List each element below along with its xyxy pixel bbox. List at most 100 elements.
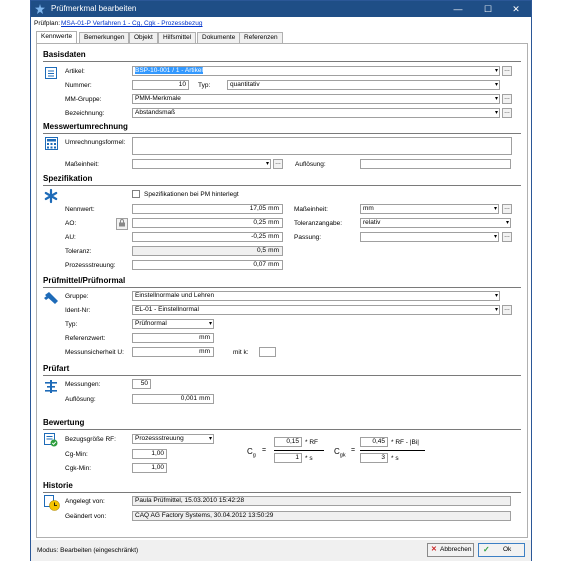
cgmin-field[interactable]: 1,00 (132, 449, 167, 459)
tab-referenzen[interactable]: Referenzen (239, 32, 283, 43)
section-messwert-title: Messwertumrechnung (43, 122, 128, 131)
mitk-field[interactable] (259, 347, 276, 357)
evaluation-check-icon (44, 433, 58, 447)
passung-browse-button[interactable]: … (502, 232, 512, 242)
toleranz-value: 0,5 (256, 247, 266, 254)
ao-unit: mm (268, 219, 279, 226)
artikel-label: Artikel: (65, 68, 85, 75)
tab-objekt[interactable]: Objekt (129, 32, 158, 43)
section-bewertung-title: Bewertung (43, 418, 85, 427)
section-basisdaten-title: Basisdaten (43, 50, 86, 59)
minimize-button[interactable]: — (445, 1, 471, 17)
messungen-field[interactable]: 50 (132, 379, 151, 389)
pruefplan-link[interactable]: MSA-01-P Verfahren 1 - Cg, Cgk - Prozess… (61, 20, 203, 27)
gruppe-select[interactable]: Einstellnormale und Lehren ▾ (132, 291, 500, 301)
mm-gruppe-select[interactable]: PMM-Merkmale ▾ (132, 94, 500, 104)
cancel-button[interactable]: ✕ Abbrechen (427, 543, 474, 557)
ident-browse-button[interactable]: … (502, 305, 512, 315)
au-label: AU: (65, 234, 76, 241)
status-mode-text: Modus: Bearbeiten (eingeschränkt) (37, 547, 139, 554)
nummer-label: Nummer: (65, 82, 92, 89)
bezug-select[interactable]: Prozessstreuung ▾ (132, 434, 214, 444)
au-unit: mm (268, 233, 279, 240)
artikel-browse-button[interactable]: … (502, 66, 512, 76)
tab-hilfsmittel[interactable]: Hilfsmittel (158, 32, 197, 43)
bezeichnung-browse-button[interactable]: … (502, 108, 512, 118)
typ-select[interactable]: quantitativ ▾ (227, 80, 500, 90)
spec-masseinheit-label: Maßeinheit: (294, 206, 328, 213)
pruefart-aufloesung-field[interactable]: 0,001 mm (132, 394, 214, 404)
aufloesung-field[interactable] (360, 159, 511, 169)
chevron-down-icon: ▾ (505, 220, 509, 226)
app-star-icon (35, 4, 45, 14)
document-list-icon (45, 67, 57, 79)
section-divider (43, 492, 521, 493)
tab-kennwerte[interactable]: Kennwerte (36, 31, 78, 43)
pm-typ-value: Prüfnormal (135, 320, 167, 327)
window-title: Prüfmerkmal bearbeiten (51, 4, 137, 13)
cgk-symbol: Cgk (334, 447, 346, 459)
nennwert-field[interactable]: 17,05 mm (132, 204, 283, 214)
toleranz-label: Toleranz: (65, 248, 92, 255)
referenz-field[interactable]: mm (132, 333, 214, 343)
caliper-icon (44, 292, 58, 304)
formel-textarea[interactable] (132, 137, 512, 155)
cancel-x-icon: ✕ (431, 546, 437, 553)
masseinheit-browse-button[interactable]: … (273, 159, 283, 169)
ok-label: Ok (503, 546, 512, 553)
dialog-window: Prüfmerkmal bearbeiten — ☐ ✕ Prüfplan: M… (30, 0, 532, 561)
tab-bemerkungen[interactable]: Bemerkungen (79, 32, 130, 43)
cg-equals: = (262, 447, 267, 454)
au-field[interactable]: -0,25 mm (132, 232, 283, 242)
measurement-scale-icon (45, 380, 57, 393)
nummer-field[interactable]: 10 (132, 80, 189, 90)
streuung-field[interactable]: 0,07 mm (132, 260, 283, 270)
close-button[interactable]: ✕ (503, 1, 529, 17)
cg-denominator-suffix: * s (305, 455, 313, 462)
pm-typ-select[interactable]: Prüfnormal ▾ (132, 319, 214, 329)
mm-gruppe-browse-button[interactable]: … (502, 94, 512, 104)
streuung-label: Prozessstreuung: (65, 262, 116, 269)
chevron-down-icon: ▾ (494, 307, 498, 313)
artikel-select[interactable]: BSP-10-001 / 1 - Artikel ▾ (132, 66, 500, 76)
cgkmin-field[interactable]: 1,00 (132, 463, 167, 473)
lock-link-button[interactable] (116, 218, 128, 230)
passung-select[interactable]: ▾ (360, 232, 499, 242)
mm-gruppe-label: MM-Gruppe: (65, 96, 102, 103)
cgk-denominator-field[interactable]: 3 (360, 453, 388, 463)
section-divider (43, 429, 521, 430)
asterisk-spec-icon (44, 188, 58, 204)
unsicherheit-field[interactable]: mm (132, 347, 214, 357)
spec-masseinheit-select[interactable]: mm ▾ (360, 204, 499, 214)
cgk-numerator-field[interactable]: 0,45 (360, 437, 388, 447)
toleranzangabe-select[interactable]: relativ ▾ (360, 218, 511, 228)
section-divider (43, 185, 521, 186)
nennwert-value: 17,05 (249, 205, 266, 212)
cancel-label: Abbrechen (440, 546, 472, 553)
masseinheit-select[interactable]: ▾ (132, 159, 271, 169)
section-spezifikation-title: Spezifikation (43, 174, 93, 183)
cgkmin-label: Cgk-Min: (65, 465, 92, 472)
cg-numerator-field[interactable]: 0,15 (274, 437, 302, 447)
section-historie-title: Historie (43, 481, 73, 490)
bezeichnung-select[interactable]: Abstandsmaß ▾ (132, 108, 500, 118)
cg-denominator-field[interactable]: 1 (274, 453, 302, 463)
ao-value: 0,25 (253, 219, 266, 226)
nennwert-label: Nennwert: (65, 206, 95, 213)
pruefplan-label: Prüfplan: (34, 20, 61, 27)
typ-value: quantitativ (230, 81, 260, 88)
ident-select[interactable]: EL-01 - Einstellnormal ▾ (132, 305, 500, 315)
chevron-down-icon: ▾ (494, 68, 498, 74)
pruefart-aufloesung-unit: mm (199, 395, 210, 402)
ao-field[interactable]: 0,25 mm (132, 218, 283, 228)
chevron-down-icon: ▾ (494, 96, 498, 102)
geaendert-label: Geändert von: (65, 513, 107, 520)
section-pruefmittel-title: Prüfmittel/Prüfnormal (43, 276, 126, 285)
section-divider (43, 133, 521, 134)
streuung-unit: mm (268, 261, 279, 268)
spec-masseinheit-browse-button[interactable]: … (502, 204, 512, 214)
maximize-button[interactable]: ☐ (475, 1, 501, 17)
ok-button[interactable]: ✓ Ok (478, 543, 525, 557)
tab-dokumente[interactable]: Dokumente (197, 32, 241, 43)
spec-pm-checkbox[interactable] (132, 190, 140, 198)
